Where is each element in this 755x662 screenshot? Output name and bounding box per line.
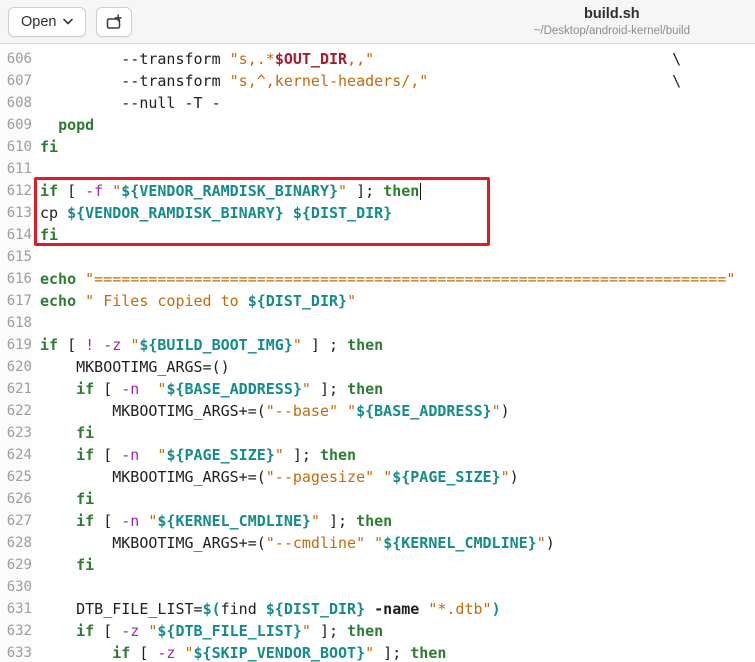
line-number: 619	[0, 334, 32, 356]
code-line[interactable]: 631 DTB_FILE_LIST=$(find ${DIST_DIR} -na…	[0, 598, 755, 620]
code-line[interactable]: 633 if [ -z "${SKIP_VENDOR_BOOT}" ]; the…	[0, 642, 755, 662]
code-line[interactable]: 629 fi	[0, 554, 755, 576]
code-line[interactable]: 627 if [ -n "${KERNEL_CMDLINE}" ]; then	[0, 510, 755, 532]
code-line-text: MKBOOTIMG_ARGS+=("--base" "${BASE_ADDRES…	[40, 402, 510, 420]
code-line[interactable]: 623 fi	[0, 422, 755, 444]
line-number: 615	[0, 246, 32, 268]
code-line[interactable]: 614 fi	[0, 224, 755, 246]
code-line[interactable]: 619 if [ ! -z "${BUILD_BOOT_IMG}" ] ; the…	[0, 334, 755, 356]
line-number: 621	[0, 378, 32, 400]
line-number: 620	[0, 356, 32, 378]
code-line-text: if [ -z "${SKIP_VENDOR_BOOT}" ]; then	[112, 644, 447, 662]
line-number: 608	[0, 92, 32, 114]
code-line-text: popd	[58, 116, 95, 134]
code-line[interactable]: 630	[0, 576, 755, 598]
tab-new-icon	[106, 13, 123, 30]
code-line-text: fi	[40, 138, 59, 156]
line-number: 606	[0, 48, 32, 70]
line-number: 625	[0, 466, 32, 488]
line-number: 617	[0, 290, 32, 312]
code-line-text: if [ -f "${VENDOR_RAMDISK_BINARY}" ]; th…	[40, 182, 422, 200]
code-line[interactable]: 618	[0, 312, 755, 334]
code-line[interactable]: 611	[0, 158, 755, 180]
line-number: 624	[0, 444, 32, 466]
code-line[interactable]: 616 echo "===============================…	[0, 268, 755, 290]
text-editor-window: Open build.sh ~/Desktop/android-kernel/b…	[0, 0, 755, 662]
open-button[interactable]: Open	[8, 6, 87, 37]
code-line-text: --null -T -	[40, 94, 221, 112]
line-number: 623	[0, 422, 32, 444]
code-line-text: cp ${VENDOR_RAMDISK_BINARY} ${DIST_DIR}	[40, 204, 393, 222]
line-number: 633	[0, 642, 32, 662]
window-title-block: build.sh ~/Desktop/android-kernel/build	[534, 5, 690, 39]
line-number: 610	[0, 136, 32, 158]
code-line-text: fi	[76, 424, 95, 442]
line-number: 613	[0, 202, 32, 224]
line-number: 628	[0, 532, 32, 554]
code-line[interactable]: 617 echo " Files copied to ${DIST_DIR}"	[0, 290, 755, 312]
line-number: 618	[0, 312, 32, 334]
code-line-text: echo " Files copied to ${DIST_DIR}"	[40, 292, 357, 310]
code-line[interactable]: 608 --null -T -	[0, 92, 755, 114]
code-line-text: MKBOOTIMG_ARGS+=("--pagesize" "${PAGE_SI…	[40, 468, 519, 486]
code-line-text: DTB_FILE_LIST=$(find ${DIST_DIR} -name "…	[40, 600, 501, 618]
line-number: 632	[0, 620, 32, 642]
code-line[interactable]: 612 if [ -f "${VENDOR_RAMDISK_BINARY}" ];…	[0, 180, 755, 202]
code-line-text: fi	[40, 226, 59, 244]
line-number: 614	[0, 224, 32, 246]
line-number: 609	[0, 114, 32, 136]
code-line-text: fi	[76, 490, 95, 508]
editor-area[interactable]: 606 --transform "s,.*$OUT_DIR,," \ 607 --…	[0, 44, 755, 662]
code-line-text: --transform "s,.*$OUT_DIR,," \	[40, 50, 682, 68]
line-number: 629	[0, 554, 32, 576]
code-line-text: if [ ! -z "${BUILD_BOOT_IMG}" ] ; then	[40, 336, 384, 354]
line-number: 626	[0, 488, 32, 510]
header-bar: Open build.sh ~/Desktop/android-kernel/b…	[0, 0, 755, 44]
code-line[interactable]: 625 MKBOOTIMG_ARGS+=("--pagesize" "${PAG…	[0, 466, 755, 488]
code-line[interactable]: 621 if [ -n "${BASE_ADDRESS}" ]; then	[0, 378, 755, 400]
chevron-down-icon	[63, 18, 74, 25]
code-line[interactable]: 632 if [ -z "${DTB_FILE_LIST}" ]; then	[0, 620, 755, 642]
code-line-text: MKBOOTIMG_ARGS=()	[40, 358, 230, 376]
line-number: 607	[0, 70, 32, 92]
code-line-text: fi	[76, 556, 95, 574]
new-tab-button[interactable]	[96, 6, 133, 37]
code-line[interactable]: 622 MKBOOTIMG_ARGS+=("--base" "${BASE_AD…	[0, 400, 755, 422]
line-number: 612	[0, 180, 32, 202]
code-line[interactable]: 607 --transform "s,^,kernel-headers/," \	[0, 70, 755, 92]
line-number: 616	[0, 268, 32, 290]
code-line-text: if [ -n "${KERNEL_CMDLINE}" ]; then	[76, 512, 393, 530]
code-line[interactable]: 606 --transform "s,.*$OUT_DIR,," \	[0, 48, 755, 70]
line-number: 631	[0, 598, 32, 620]
line-number: 630	[0, 576, 32, 598]
code-line-text: MKBOOTIMG_ARGS+=("--cmdline" "${KERNEL_C…	[40, 534, 555, 552]
code-line[interactable]: 620 MKBOOTIMG_ARGS=()	[0, 356, 755, 378]
code-line-text: if [ -n "${BASE_ADDRESS}" ]; then	[76, 380, 384, 398]
text-cursor	[420, 183, 422, 200]
open-button-label: Open	[21, 13, 57, 30]
code-line-text: if [ -n "${PAGE_SIZE}" ]; then	[76, 446, 357, 464]
code-line[interactable]: 610 fi	[0, 136, 755, 158]
code-line[interactable]: 626 fi	[0, 488, 755, 510]
code-line-text: echo "==================================…	[40, 270, 736, 288]
code-line[interactable]: 613 cp ${VENDOR_RAMDISK_BINARY} ${DIST_DI…	[0, 202, 755, 224]
code-line-text: if [ -z "${DTB_FILE_LIST}" ]; then	[76, 622, 384, 640]
line-number: 627	[0, 510, 32, 532]
code-line-text: --transform "s,^,kernel-headers/," \	[40, 72, 682, 90]
code-line[interactable]: 615	[0, 246, 755, 268]
code-line[interactable]: 624 if [ -n "${PAGE_SIZE}" ]; then	[0, 444, 755, 466]
document-path: ~/Desktop/android-kernel/build	[533, 25, 690, 38]
line-number: 611	[0, 158, 32, 180]
line-number: 622	[0, 400, 32, 422]
code-line[interactable]: 609 popd	[0, 114, 755, 136]
code-lines: 606 --transform "s,.*$OUT_DIR,," \ 607 --…	[0, 48, 755, 662]
document-title: build.sh	[584, 6, 640, 22]
code-line[interactable]: 628 MKBOOTIMG_ARGS+=("--cmdline" "${KERN…	[0, 532, 755, 554]
